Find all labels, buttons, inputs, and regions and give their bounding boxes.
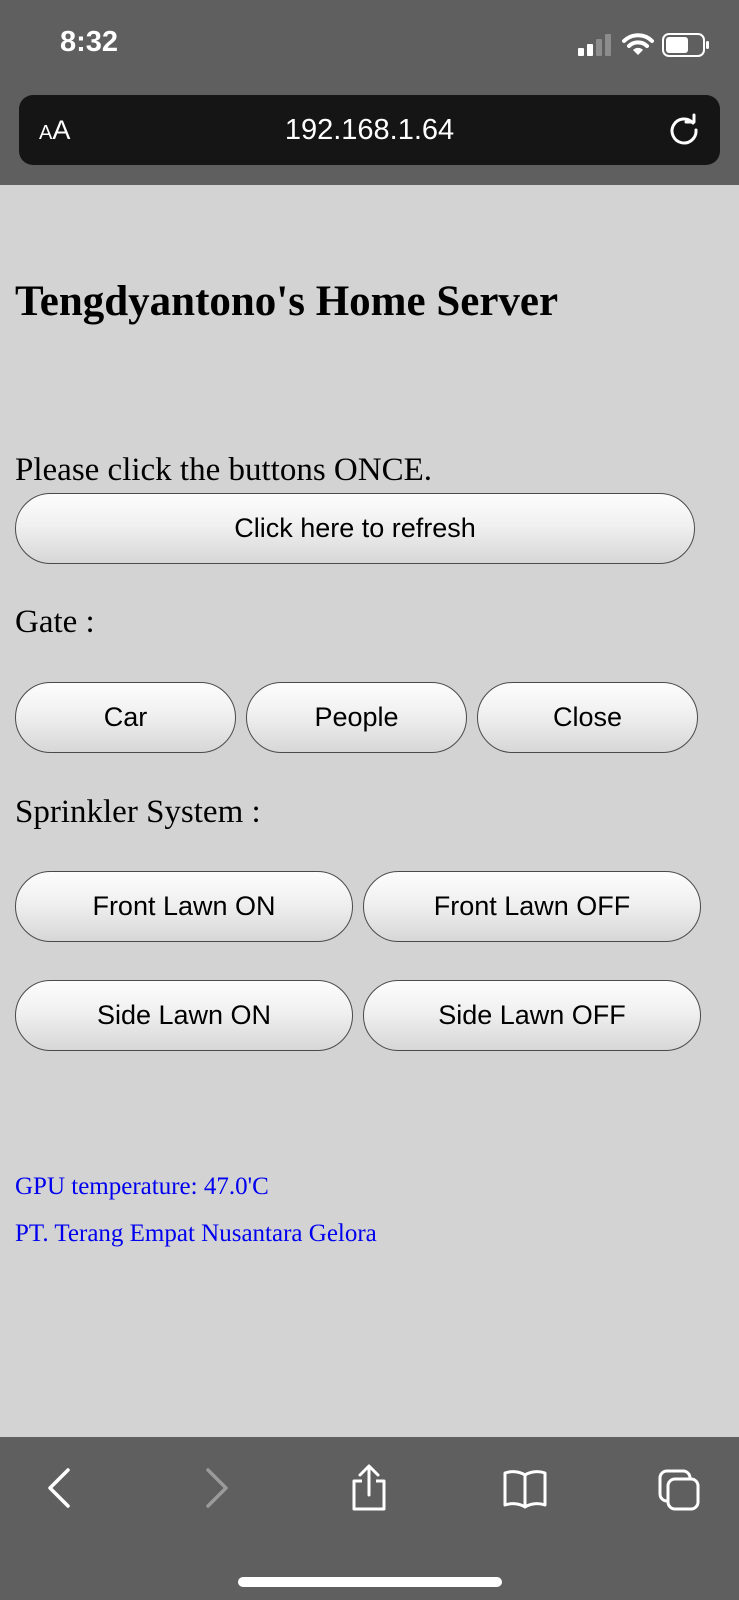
refresh-button[interactable]: Click here to refresh [15,493,695,564]
sprinkler-label: Sprinkler System : [15,794,261,830]
front-lawn-off-button[interactable]: Front Lawn OFF [363,871,701,942]
company-link[interactable]: PT. Terang Empat Nusantara Gelora [15,1220,377,1248]
gpu-temperature-link[interactable]: GPU temperature: 47.0'C [15,1173,269,1201]
side-lawn-off-button[interactable]: Side Lawn OFF [363,980,701,1051]
page-title: Tengdyantono's Home Server [15,278,559,325]
home-indicator [238,1577,502,1587]
browser-top-chrome: 8:32 AA 192.168.1.64 [0,0,739,185]
tabs-icon[interactable] [656,1463,702,1513]
url-text[interactable]: 192.168.1.64 [169,109,570,151]
text-size-large-a: A [52,115,71,145]
text-size-button[interactable]: AA [39,113,99,147]
forward-icon[interactable] [194,1463,240,1513]
gate-close-button[interactable]: Close [477,682,698,753]
browser-toolbar [0,1437,739,1600]
cellular-signal-icon [578,34,611,56]
side-lawn-on-button[interactable]: Side Lawn ON [15,980,353,1051]
gate-label: Gate : [15,604,95,640]
reload-icon[interactable] [667,113,701,147]
gate-people-button[interactable]: People [246,682,467,753]
back-icon[interactable] [36,1463,82,1513]
share-icon[interactable] [346,1463,392,1513]
wifi-icon [622,33,654,55]
battery-icon [662,33,709,57]
bookmarks-icon[interactable] [502,1463,548,1513]
address-bar[interactable]: AA 192.168.1.64 [19,95,720,165]
status-time: 8:32 [60,26,119,58]
text-size-small-a: A [39,122,53,144]
gate-car-button[interactable]: Car [15,682,236,753]
front-lawn-on-button[interactable]: Front Lawn ON [15,871,353,942]
instruction-text: Please click the buttons ONCE. [15,452,433,488]
